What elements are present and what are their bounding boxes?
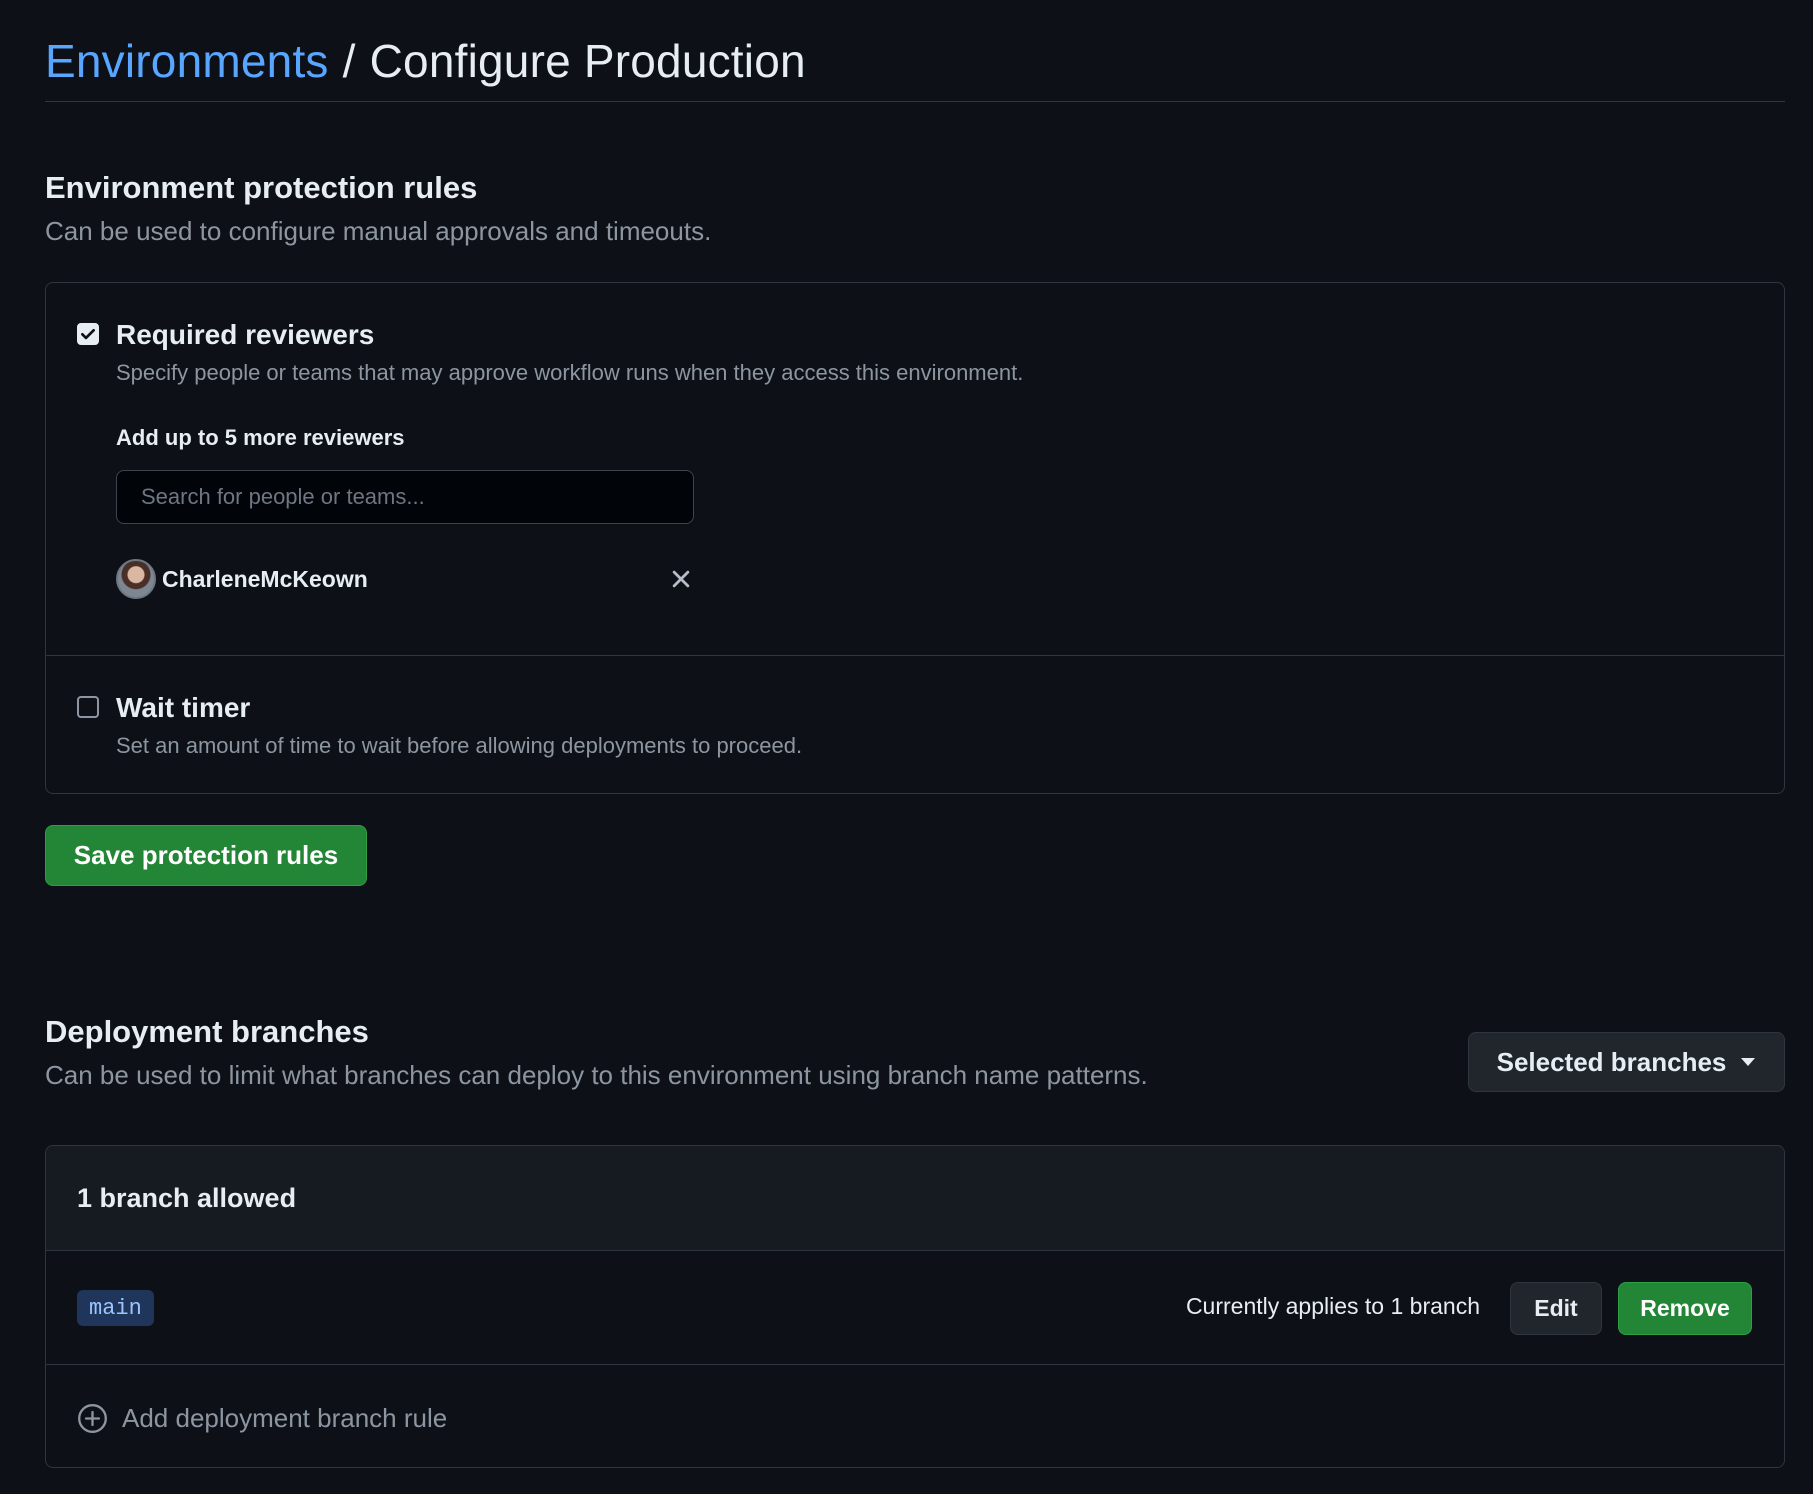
avatar bbox=[116, 559, 156, 599]
branch-applies-text: Currently applies to 1 branch bbox=[1185, 1293, 1480, 1319]
plus-circle-icon bbox=[78, 1404, 107, 1433]
add-deployment-branch-rule-label: Add deployment branch rule bbox=[122, 1403, 448, 1433]
branch-policy-dropdown[interactable]: Selected branches bbox=[1468, 1032, 1785, 1092]
wait-timer-description: Set an amount of time to wait before all… bbox=[116, 733, 803, 758]
remove-branch-rule-button[interactable]: Remove bbox=[1618, 1282, 1752, 1335]
triangle-down-icon bbox=[1741, 1058, 1756, 1066]
required-reviewers-label: Required reviewers bbox=[116, 319, 375, 350]
breadcrumb: Environments / Configure Production bbox=[45, 20, 1785, 102]
x-icon bbox=[672, 570, 690, 588]
branch-count-header: 1 branch allowed bbox=[46, 1146, 1784, 1251]
save-protection-rules-button[interactable]: Save protection rules bbox=[45, 825, 367, 886]
branch-policy-label: Selected branches bbox=[1496, 1046, 1727, 1077]
wait-timer-checkbox[interactable] bbox=[77, 696, 99, 718]
required-reviewers-checkbox[interactable] bbox=[77, 323, 99, 345]
add-deployment-branch-rule-button[interactable]: Add deployment branch rule bbox=[77, 1403, 447, 1434]
protection-rules-box: Required reviewers Specify people or tea… bbox=[45, 282, 1785, 794]
check-icon bbox=[81, 328, 95, 340]
reviewer-name: CharleneMcKeown bbox=[162, 565, 368, 592]
remove-reviewer-button[interactable] bbox=[668, 566, 694, 592]
deployment-branches-heading: Deployment branches bbox=[45, 1014, 369, 1049]
deployment-branches-description: Can be used to limit what branches can d… bbox=[45, 1060, 1148, 1090]
environment-config-page: Environments / Configure Production Envi… bbox=[0, 0, 1813, 1494]
branch-rule-row: main Currently applies to 1 branch Edit … bbox=[46, 1251, 1784, 1365]
edit-branch-rule-button[interactable]: Edit bbox=[1510, 1282, 1602, 1335]
deployment-branch-rules-box: 1 branch allowed main Currently applies … bbox=[45, 1145, 1785, 1468]
breadcrumb-environments-link[interactable]: Environments bbox=[45, 34, 329, 88]
reviewer-item: CharleneMcKeown bbox=[116, 558, 694, 600]
breadcrumb-separator: / bbox=[342, 34, 356, 87]
reviewer-search-input[interactable] bbox=[116, 470, 694, 524]
add-reviewers-label: Add up to 5 more reviewers bbox=[116, 425, 405, 450]
page-title: Configure Production bbox=[369, 34, 806, 87]
branch-pattern: main bbox=[77, 1290, 154, 1326]
protection-rules-description: Can be used to configure manual approval… bbox=[45, 216, 712, 246]
required-reviewers-description: Specify people or teams that may approve… bbox=[116, 360, 1024, 385]
protection-rules-heading: Environment protection rules bbox=[45, 170, 478, 205]
wait-timer-label: Wait timer bbox=[116, 692, 251, 723]
rules-divider bbox=[46, 655, 1784, 656]
